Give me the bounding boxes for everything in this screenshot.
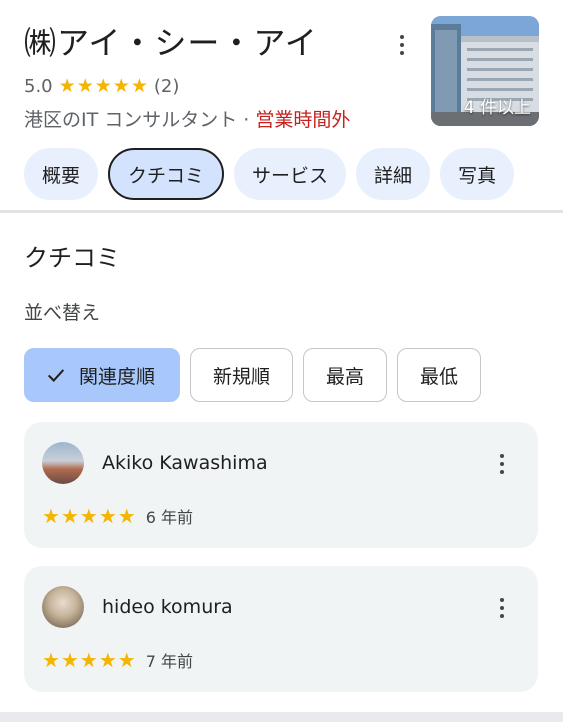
- review-time: 7 年前: [145, 652, 193, 671]
- star-icon: ★: [60, 648, 79, 672]
- open-status: 営業時間外: [255, 109, 351, 131]
- place-tabs: 概要 クチコミ サービス 詳細 写真: [24, 148, 515, 200]
- star-icon: ★: [117, 648, 136, 672]
- separator: ·: [237, 109, 256, 131]
- photo-count: 4 件以上: [463, 98, 531, 118]
- review-card: hideo komura ★ ★ ★ ★ ★ 7 年前: [24, 566, 538, 692]
- star-icon: ★: [58, 75, 76, 97]
- star-icon: ★: [98, 648, 117, 672]
- category: 港区のIT コンサルタント: [24, 109, 238, 131]
- category-row: 港区のIT コンサルタント · 営業時間外: [24, 105, 350, 132]
- star-icon: ★: [76, 75, 94, 97]
- review-stars: ★ ★ ★ ★ ★: [42, 506, 136, 526]
- tab-details[interactable]: 詳細: [356, 148, 431, 200]
- photo-thumbnail[interactable]: 4 件以上: [431, 16, 539, 126]
- more-options-icon[interactable]: [490, 594, 514, 622]
- place-page: ㈱アイ・シー・アイ 4 件以上 5.0 ★ ★ ★ ★ ★ (2) 港区のIT …: [0, 0, 563, 722]
- review-card: Akiko Kawashima ★ ★ ★ ★ ★ 6 年前: [24, 422, 538, 548]
- star-icon: ★: [130, 75, 148, 97]
- more-options-icon[interactable]: [390, 30, 414, 60]
- star-icon: ★: [98, 504, 117, 528]
- star-icon: ★: [42, 648, 60, 672]
- review-stars: ★ ★ ★ ★ ★: [42, 650, 136, 670]
- reviewer-name[interactable]: hideo komura: [102, 596, 233, 618]
- review-meta: ★ ★ ★ ★ ★ 6 年前: [42, 504, 193, 528]
- more-options-icon[interactable]: [490, 450, 514, 478]
- star-icon: ★: [117, 504, 136, 528]
- tab-photos[interactable]: 写真: [440, 148, 515, 200]
- tab-services[interactable]: サービス: [234, 148, 347, 200]
- tab-overview[interactable]: 概要: [24, 148, 99, 200]
- star-icon: ★: [60, 504, 79, 528]
- rating-row: 5.0 ★ ★ ★ ★ ★ (2): [24, 76, 179, 97]
- check-icon: [47, 369, 65, 382]
- avatar[interactable]: [42, 586, 84, 628]
- reviewer-name[interactable]: Akiko Kawashima: [102, 452, 268, 474]
- star-icon: ★: [42, 504, 60, 528]
- sort-lowest-chip[interactable]: 最低: [397, 348, 482, 402]
- sort-chips: 関連度順 新規順 最高 最低: [24, 348, 482, 402]
- review-time: 6 年前: [145, 508, 193, 527]
- sort-relevance-label: 関連度順: [79, 365, 156, 388]
- tab-reviews[interactable]: クチコミ: [108, 148, 225, 200]
- sort-label: 並べ替え: [24, 302, 101, 324]
- avatar[interactable]: [42, 442, 84, 484]
- sort-newest-chip[interactable]: 新規順: [190, 348, 294, 402]
- star-icon: ★: [112, 75, 130, 97]
- star-icon: ★: [94, 75, 112, 97]
- reviews-title: クチコミ: [24, 244, 120, 272]
- sort-highest-chip[interactable]: 最高: [303, 348, 388, 402]
- review-count[interactable]: (2): [154, 76, 180, 97]
- sort-relevance-chip[interactable]: 関連度順: [24, 348, 181, 402]
- tabs-divider: [0, 210, 563, 213]
- rating-stars: ★ ★ ★ ★ ★: [59, 77, 148, 96]
- bottom-divider: [0, 712, 563, 722]
- review-meta: ★ ★ ★ ★ ★ 7 年前: [42, 648, 193, 672]
- rating-value: 5.0: [24, 76, 53, 97]
- star-icon: ★: [79, 648, 98, 672]
- business-name: ㈱アイ・シー・アイ: [24, 24, 318, 62]
- star-icon: ★: [79, 504, 98, 528]
